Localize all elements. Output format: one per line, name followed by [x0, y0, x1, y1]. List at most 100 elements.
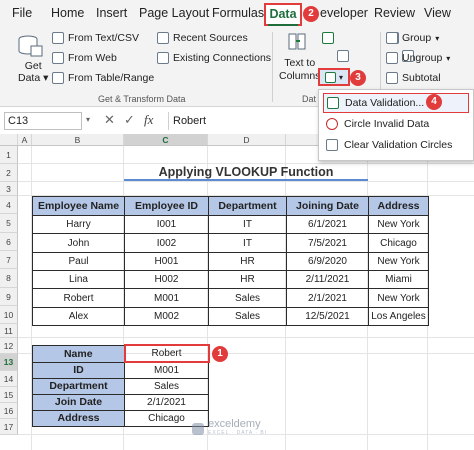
table-cell[interactable]: Sales — [208, 307, 287, 326]
table-cell[interactable]: IT — [208, 233, 287, 253]
table-header-row: Employee Name Employee ID Department Joi… — [32, 196, 429, 216]
table-cell[interactable]: Alex — [32, 307, 125, 326]
lookup-value-cell[interactable]: Sales — [124, 377, 209, 395]
table-cell[interactable]: H001 — [124, 252, 209, 271]
tab-view[interactable]: View — [424, 6, 451, 20]
row-header[interactable]: 8 — [0, 269, 18, 288]
existing-connections-label: Existing Connections — [173, 52, 272, 64]
table-cell[interactable]: 2/1/2021 — [286, 288, 369, 308]
row-header[interactable]: 7 — [0, 251, 18, 269]
row-header[interactable]: 5 — [0, 214, 18, 233]
row-header[interactable]: 10 — [0, 306, 18, 324]
text-to-columns-button[interactable]: Text to Columns — [279, 57, 320, 83]
table-cell[interactable]: H002 — [124, 270, 209, 289]
row-header[interactable]: 3 — [0, 182, 18, 196]
gridline — [18, 337, 474, 338]
row-header[interactable]: 14 — [0, 371, 18, 387]
subtotal-button[interactable]: Subtotal — [386, 72, 441, 84]
column-header-d[interactable]: D — [208, 134, 286, 146]
table-cell[interactable]: 12/5/2021 — [286, 307, 369, 326]
insert-function-icon[interactable]: fx — [144, 112, 153, 128]
tab-data[interactable]: Data — [264, 3, 302, 26]
table-cell[interactable]: John — [32, 233, 125, 253]
header-joining-date: Joining Date — [286, 196, 369, 216]
watermark-name: exceldemy — [208, 418, 261, 430]
table-cell[interactable]: I002 — [124, 233, 209, 253]
table-cell[interactable]: Miami — [368, 270, 429, 289]
table-cell[interactable]: Robert — [32, 288, 125, 308]
lookup-row: Department Sales — [32, 377, 209, 395]
tab-home[interactable]: Home — [51, 6, 84, 20]
lookup-input-cell[interactable]: Robert — [123, 344, 210, 363]
tab-formulas[interactable]: Formulas — [212, 6, 264, 20]
column-header-c[interactable]: C — [124, 134, 208, 146]
table-cell[interactable]: Chicago — [368, 233, 429, 253]
group-button[interactable]: Group ▾ — [386, 32, 439, 44]
table-cell[interactable]: M002 — [124, 307, 209, 326]
table-cell[interactable]: 6/9/2020 — [286, 252, 369, 271]
row-header[interactable]: 6 — [0, 233, 18, 251]
from-text-csv-button[interactable]: From Text/CSV — [52, 32, 139, 44]
tab-review[interactable]: Review — [374, 6, 415, 20]
name-box-dropdown-icon[interactable]: ▾ — [86, 115, 90, 124]
get-data-button[interactable]: Get Data ▾ — [18, 60, 48, 84]
from-table-range-button[interactable]: From Table/Range — [52, 72, 154, 84]
from-web-button[interactable]: From Web — [52, 52, 117, 64]
tab-insert[interactable]: Insert — [96, 6, 127, 20]
data-validation-button[interactable]: ▾ — [318, 68, 350, 86]
from-table-range-label: From Table/Range — [68, 72, 155, 84]
table-cell[interactable]: HR — [208, 252, 287, 271]
row-header[interactable]: 1 — [0, 146, 18, 164]
table-cell[interactable]: New York — [368, 288, 429, 308]
table-cell[interactable]: HR — [208, 270, 287, 289]
ungroup-button[interactable]: Ungroup ▾ — [386, 52, 450, 64]
table-row: Robert M001 Sales 2/1/2021 New York — [32, 288, 429, 308]
circle-invalid-data-menu-item[interactable]: Circle Invalid Data — [323, 114, 469, 134]
row-header[interactable]: 2 — [0, 164, 18, 182]
remove-duplicates-icon[interactable] — [337, 50, 350, 62]
name-box[interactable]: C13 — [4, 112, 82, 130]
recent-sources-button[interactable]: Recent Sources — [157, 32, 248, 44]
table-cell[interactable]: I001 — [124, 215, 209, 234]
lookup-value-cell[interactable]: M001 — [124, 361, 209, 379]
row-header-selected[interactable]: 13 — [0, 354, 18, 371]
row-header[interactable]: 9 — [0, 288, 18, 306]
table-cell[interactable]: Los Angeles — [368, 307, 429, 326]
table-cell[interactable]: New York — [368, 215, 429, 234]
subtotal-icon — [386, 72, 398, 84]
ungroup-label: Ungroup — [402, 52, 443, 64]
chevron-down-icon: ▾ — [446, 53, 451, 63]
table-cell[interactable]: 6/1/2021 — [286, 215, 369, 234]
row-header[interactable]: 11 — [0, 324, 18, 338]
select-all-corner[interactable] — [0, 134, 18, 146]
text-to-columns-label-2: Columns — [279, 70, 321, 82]
flash-fill-icon[interactable] — [322, 32, 334, 44]
table-cell[interactable]: New York — [368, 252, 429, 271]
column-header-b[interactable]: B — [32, 134, 124, 146]
cancel-icon[interactable]: ✕ — [104, 112, 115, 128]
table-cell[interactable]: Sales — [208, 288, 287, 308]
chevron-down-icon: ▾ — [338, 72, 343, 82]
enter-icon[interactable]: ✓ — [124, 112, 135, 128]
clear-validation-circles-menu-item[interactable]: Clear Validation Circles — [323, 135, 469, 155]
tab-page-layout[interactable]: Page Layout — [139, 6, 209, 20]
column-header-a[interactable]: A — [18, 134, 32, 146]
table-row: Lina H002 HR 2/11/2021 Miami — [32, 270, 429, 289]
row-header[interactable]: 12 — [0, 338, 18, 354]
tab-file[interactable]: File — [12, 6, 32, 20]
row-header[interactable]: 15 — [0, 387, 18, 403]
table-cell[interactable]: Lina — [32, 270, 125, 289]
table-cell[interactable]: 2/11/2021 — [286, 270, 369, 289]
table-cell[interactable]: Harry — [32, 215, 125, 234]
table-cell[interactable]: 7/5/2021 — [286, 233, 369, 253]
lookup-value-cell[interactable]: 2/1/2021 — [124, 393, 209, 411]
table-cell[interactable]: IT — [208, 215, 287, 234]
row-header[interactable]: 4 — [0, 196, 18, 214]
row-header[interactable]: 17 — [0, 419, 18, 435]
table-cell[interactable]: M001 — [124, 288, 209, 308]
row-header[interactable]: 16 — [0, 403, 18, 419]
existing-connections-button[interactable]: Existing Connections — [157, 52, 271, 64]
tab-developer[interactable]: eveloper — [320, 6, 368, 20]
table-cell[interactable]: Paul — [32, 252, 125, 271]
data-validation-menu-item[interactable]: Data Validation... — [323, 93, 469, 113]
